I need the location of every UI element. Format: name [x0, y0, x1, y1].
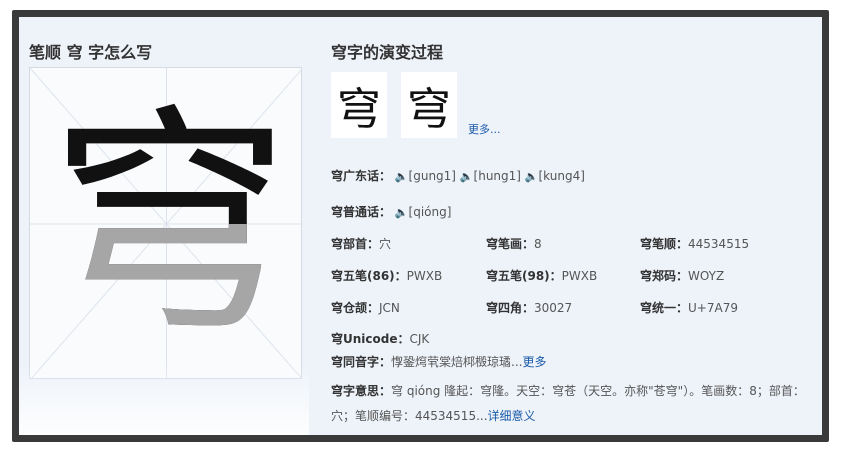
speaker-icon[interactable]: 🔈	[395, 170, 409, 183]
zhengma-cell: 穹郑码：WOYZ	[640, 269, 725, 283]
meaning-block: 穹字意思：穹 qióng 隆起：穹隆。天空：穹苍（天空。亦称"苍穹"）。笔画数：…	[331, 384, 805, 423]
homophones-label: 穹同音字：	[331, 355, 392, 369]
homophone-chars[interactable]: 惸銎焪茕棠焙桏檓琼璚	[391, 355, 511, 369]
stroke-order-cell: 穹笔顺：44534515	[640, 237, 750, 251]
cantonese-reading: [hung1]	[473, 169, 521, 183]
seal-script-image-2[interactable]: 穹	[401, 72, 457, 138]
speaker-icon[interactable]: 🔈	[460, 170, 474, 183]
mandarin-reading: [qióng]	[408, 205, 452, 219]
mandarin-label: 穹普通话：	[331, 205, 392, 219]
sijiao-cell: 穹四角：30027	[486, 301, 573, 315]
speaker-icon[interactable]: 🔈	[395, 206, 409, 219]
unified-code-cell: 穹统一：U+7A79	[640, 301, 738, 315]
unicode-cell: 穹Unicode：CJK	[331, 332, 430, 346]
details-column: 穹字的演变过程 穹 穹 更多... 穹广东话： 🔈[gung1] 🔈[hung1…	[331, 17, 811, 435]
radical-cell: 穹部首：穴	[331, 237, 392, 251]
cantonese-row: 穹广东话： 🔈[gung1] 🔈[hung1] 🔈[kung4]	[331, 167, 585, 184]
wubi98-cell: 穹五笔(98)：PWXB	[486, 269, 598, 283]
homophones-row: 穹同音字：惸銎焪茕棠焙桏檓琼璚...更多	[331, 355, 547, 369]
seal-script-image-1[interactable]: 穹	[331, 72, 387, 138]
meaning-text: 穹 qióng 隆起：穹隆。天空：穹苍（天空。亦称"苍穹"）。笔画数：8；部首：…	[331, 384, 805, 423]
content-frame: 笔顺 穹 字怎么写 穹 穹 穹字的演变过程 穹 穹 更多... 穹广东话： 🔈[…	[12, 10, 829, 442]
cantonese-reading: [gung1]	[408, 169, 456, 183]
strokes-cell: 穹笔画：8	[486, 237, 542, 251]
homophones-more-link[interactable]: 更多	[522, 355, 546, 369]
character-panel: 笔顺 穹 字怎么写 穹 穹 穹字的演变过程 穹 穹 更多... 穹广东话： 🔈[…	[19, 17, 822, 435]
meaning-detail-link[interactable]: 详细意义	[488, 409, 536, 423]
cantonese-reading: [kung4]	[538, 169, 585, 183]
evolution-more-link[interactable]: 更多...	[468, 121, 501, 137]
evolution-title: 穹字的演变过程	[331, 43, 444, 62]
mandarin-row: 穹普通话： 🔈[qióng]	[331, 203, 451, 220]
cantonese-label: 穹广东话：	[331, 169, 392, 183]
cangjie-cell: 穹仓颉：JCN	[331, 301, 400, 315]
meaning-label: 穹字意思：	[331, 384, 392, 398]
stroke-order-grid: 穹 穹	[29, 67, 302, 379]
wubi86-cell: 穹五笔(86)：PWXB	[331, 269, 443, 283]
stroke-order-title: 笔顺 穹 字怎么写	[29, 43, 153, 62]
speaker-icon[interactable]: 🔈	[525, 170, 539, 183]
